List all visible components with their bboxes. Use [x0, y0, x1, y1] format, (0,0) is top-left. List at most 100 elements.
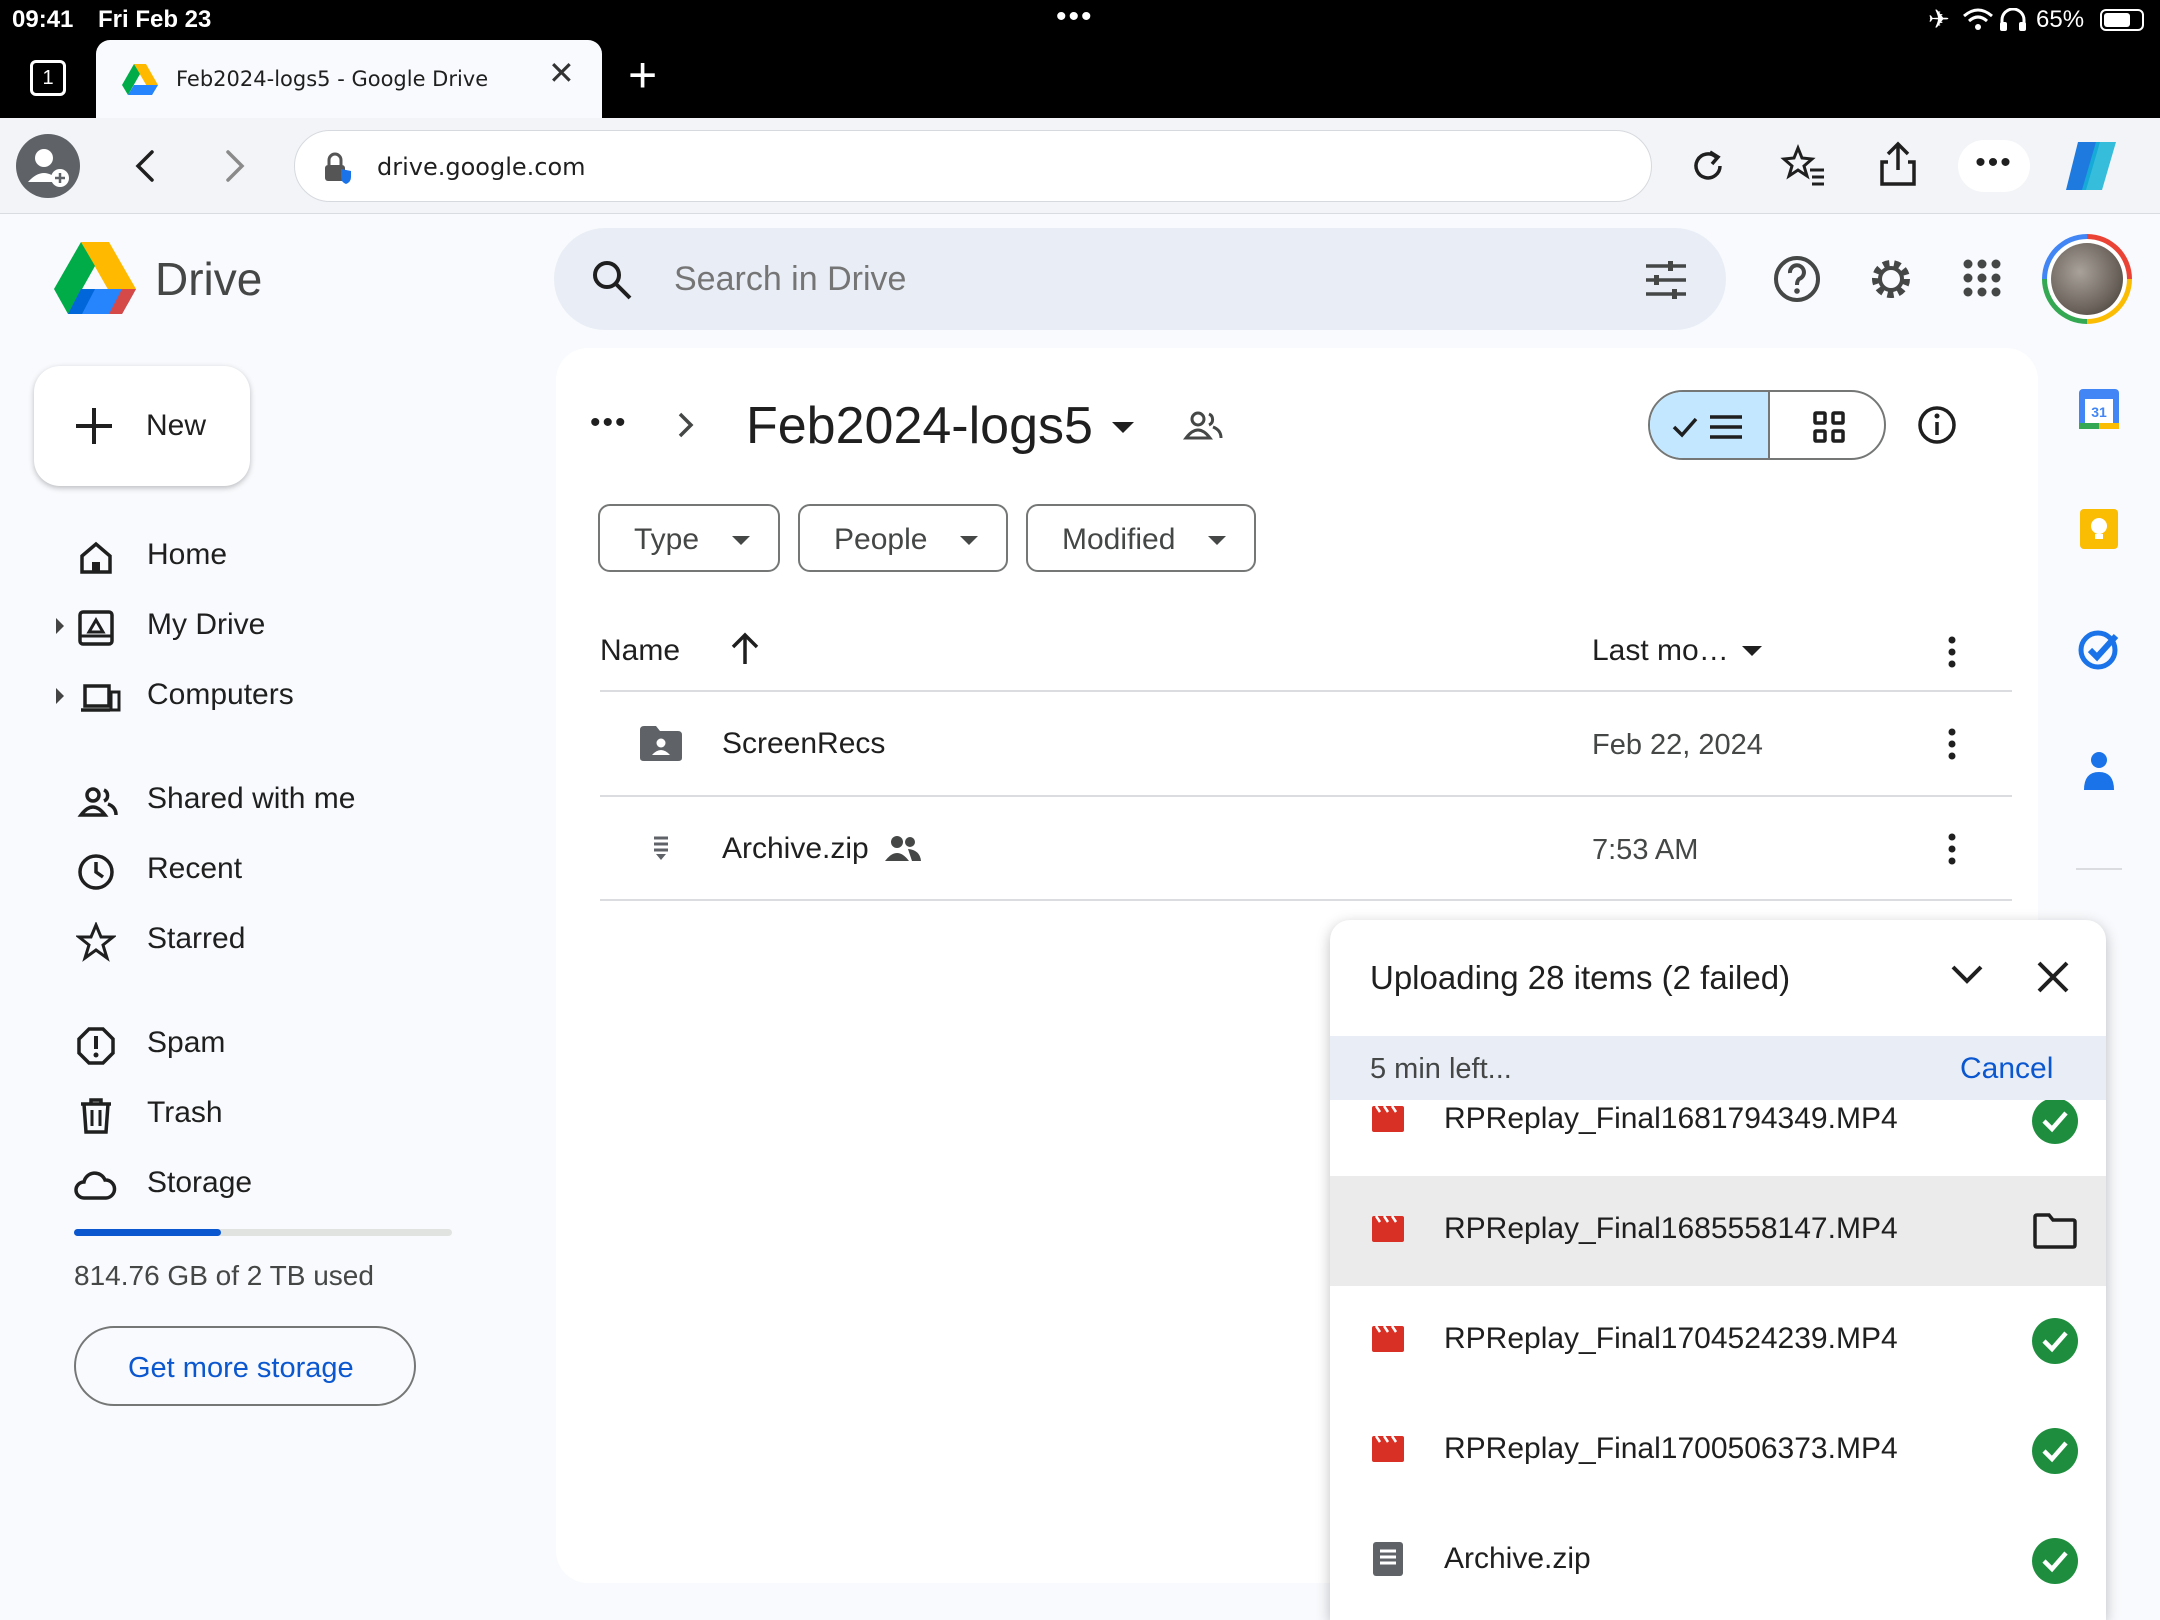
filter-modified-chip[interactable]: Modified [1026, 504, 1256, 572]
table-divider [600, 899, 2012, 901]
side-rail-divider [2076, 868, 2122, 870]
tasks-icon[interactable] [2076, 626, 2122, 672]
table-row[interactable]: ScreenRecs Feb 22, 2024 [600, 692, 2012, 794]
search-bar[interactable] [554, 228, 1726, 330]
more-menu-icon[interactable]: ••• [1958, 140, 2030, 192]
upload-progress-panel: Uploading 28 items (2 failed) 5 min left… [1330, 920, 2106, 1620]
grid-icon [1813, 411, 1845, 443]
row-more-options-icon[interactable] [1942, 726, 1962, 762]
sidebar-item-label: Shared with me [147, 782, 356, 815]
cancel-upload-button[interactable]: Cancel [1960, 1052, 2053, 1086]
status-bar: 09:41 Fri Feb 23 ••• ✈ 65% [0, 0, 2160, 40]
row-more-options-icon[interactable] [1942, 831, 1962, 867]
upload-item-hovered[interactable]: RPReplay_Final1685558147.MP4 [1330, 1176, 2106, 1286]
sidebar-item-storage[interactable]: Storage [40, 1154, 520, 1214]
star-icon [76, 922, 116, 962]
forward-icon[interactable] [214, 146, 254, 186]
share-icon[interactable] [1876, 140, 1920, 188]
back-icon[interactable] [126, 146, 166, 186]
upload-title: Uploading 28 items (2 failed) [1370, 959, 1791, 996]
favorites-icon[interactable] [1780, 142, 1828, 190]
clock-icon [78, 854, 114, 890]
computer-icon [81, 684, 121, 712]
headphones-icon [2000, 8, 2026, 31]
info-icon[interactable] [1916, 404, 1958, 446]
address-bar: drive.google.com ••• [0, 118, 2160, 214]
sidebar-item-home[interactable]: Home [40, 526, 520, 586]
close-icon[interactable] [2036, 960, 2070, 994]
sidebar-item-my-drive[interactable]: My Drive [40, 596, 520, 656]
filter-people-chip[interactable]: People [798, 504, 1008, 572]
reload-icon[interactable] [1686, 144, 1730, 188]
file-modified: Feb 22, 2024 [1592, 729, 1763, 761]
new-button[interactable]: New [34, 366, 250, 486]
shared-people-icon [885, 836, 921, 861]
shared-folder-people-icon[interactable] [1182, 408, 1226, 444]
upload-file-name: RPReplay_Final1685558147.MP4 [1444, 1212, 1898, 1245]
sidebar-item-recent[interactable]: Recent [40, 840, 520, 900]
tab-count-button[interactable]: 1 [30, 60, 66, 96]
new-tab-icon[interactable]: + [628, 46, 657, 104]
video-file-icon [1372, 1325, 1404, 1352]
keep-icon[interactable] [2076, 506, 2122, 552]
storage-usage-text: 814.76 GB of 2 TB used [74, 1260, 374, 1291]
upload-complete-check-icon [2032, 1098, 2078, 1144]
account-avatar[interactable] [2042, 234, 2132, 324]
collapse-chevron-icon[interactable] [1950, 962, 1984, 986]
file-modified: 7:53 AM [1592, 834, 1699, 866]
search-icon[interactable] [590, 258, 634, 302]
close-tab-icon[interactable]: ✕ [548, 54, 575, 92]
view-toggle [1648, 390, 1886, 460]
trash-icon [81, 1098, 111, 1134]
help-icon[interactable] [1772, 254, 1822, 304]
dropdown-arrow-icon [960, 536, 978, 545]
sidebar-item-starred[interactable]: Starred [40, 910, 520, 970]
upload-item[interactable]: RPReplay_Final1704524239.MP4 [1330, 1286, 2106, 1396]
folder-title[interactable]: Feb2024-logs5 [746, 396, 1093, 456]
multitask-dots-icon[interactable]: ••• [1056, 0, 1094, 34]
filter-type-chip[interactable]: Type [598, 504, 780, 572]
sidebar-item-spam[interactable]: Spam [40, 1014, 520, 1074]
filter-people-label: People [834, 523, 928, 556]
dropdown-arrow-icon [1208, 536, 1226, 545]
dropdown-arrow-icon[interactable] [1742, 646, 1762, 656]
zip-file-icon [1373, 1542, 1403, 1576]
search-input[interactable] [674, 252, 1534, 306]
column-options-icon[interactable] [1942, 634, 1962, 670]
zip-file-icon [654, 836, 668, 860]
breadcrumb-more-icon[interactable]: ••• [590, 406, 628, 440]
sidebar-item-trash[interactable]: Trash [40, 1084, 520, 1144]
upload-item[interactable]: Archive.zip [1330, 1506, 2106, 1616]
url-field[interactable]: drive.google.com [294, 130, 1652, 202]
file-name: ScreenRecs [722, 727, 886, 760]
get-more-storage-button[interactable]: Get more storage [74, 1326, 416, 1406]
browser-tab-active[interactable]: Feb2024-logs5 - Google Drive ✕ [96, 40, 602, 118]
column-header-last-modified[interactable]: Last mo… [1592, 634, 1729, 668]
browser-tab-bar: 1 Feb2024-logs5 - Google Drive ✕ + [0, 40, 2160, 118]
sidebar-item-computers[interactable]: Computers [40, 666, 520, 726]
drive-favicon-icon [122, 64, 158, 95]
contacts-icon[interactable] [2076, 748, 2122, 794]
upload-item[interactable]: RPReplay_Final1700506373.MP4 [1330, 1396, 2106, 1506]
search-options-icon[interactable] [1644, 260, 1688, 300]
upload-status-bar-overlay: 5 min left... Cancel [1330, 1036, 2106, 1100]
list-view-button[interactable] [1650, 392, 1768, 458]
expand-caret-icon[interactable] [56, 688, 64, 704]
sidebar-item-label: Spam [147, 1026, 226, 1059]
copilot-icon[interactable] [2060, 138, 2122, 194]
grid-view-button[interactable] [1770, 392, 1884, 458]
column-header-name[interactable]: Name [600, 634, 680, 668]
table-row[interactable]: Archive.zip 7:53 AM [600, 797, 2012, 899]
upload-complete-check-icon [2032, 1318, 2078, 1364]
profile-icon[interactable] [16, 134, 80, 198]
folder-menu-dropdown-icon[interactable] [1112, 422, 1134, 433]
show-file-location-folder-icon[interactable] [2032, 1212, 2078, 1250]
sidebar-item-shared-with-me[interactable]: Shared with me [40, 770, 520, 830]
sidebar-item-label: Trash [147, 1096, 223, 1129]
expand-caret-icon[interactable] [56, 618, 64, 634]
apps-grid-icon[interactable] [1962, 258, 2002, 298]
settings-gear-icon[interactable] [1866, 254, 1916, 304]
upload-complete-check-icon [2032, 1428, 2078, 1474]
calendar-icon[interactable]: 31 [2076, 386, 2122, 432]
sort-ascending-arrow-icon[interactable] [728, 630, 762, 668]
